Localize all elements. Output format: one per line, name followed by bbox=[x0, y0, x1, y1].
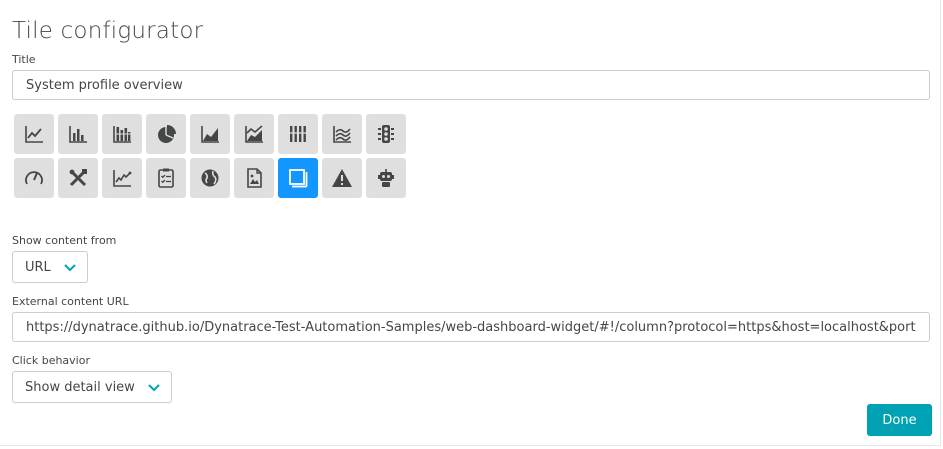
visualization-tile-bar-chart[interactable] bbox=[58, 114, 98, 154]
visualization-tile-stacked-area-chart[interactable] bbox=[234, 114, 274, 154]
globe-icon bbox=[201, 169, 219, 187]
column-chart-icon bbox=[289, 126, 307, 142]
visualization-tile-warning[interactable] bbox=[322, 158, 362, 198]
sparkline-icon bbox=[113, 170, 132, 187]
visualization-tile-stacked-bar-chart[interactable] bbox=[102, 114, 142, 154]
traffic-light-icon bbox=[378, 125, 394, 143]
line-chart-icon bbox=[25, 126, 43, 143]
content-source-value: URL bbox=[25, 259, 51, 275]
image-file-icon bbox=[247, 168, 262, 188]
visualization-tile-checklist[interactable] bbox=[146, 158, 186, 198]
visualization-tile-globe[interactable] bbox=[190, 158, 230, 198]
visualization-tile-pie-chart[interactable] bbox=[146, 114, 186, 154]
stream-chart-icon bbox=[333, 126, 351, 143]
gauge-icon bbox=[25, 171, 43, 185]
pie-chart-icon bbox=[158, 125, 176, 143]
visualization-tile-tools[interactable] bbox=[58, 158, 98, 198]
click-behavior-value: Show detail view bbox=[25, 379, 135, 395]
visualization-tile-area-chart[interactable] bbox=[190, 114, 230, 154]
visualization-tile-stream-chart[interactable] bbox=[322, 114, 362, 154]
bar-chart-icon bbox=[69, 126, 87, 143]
warning-icon bbox=[332, 169, 352, 187]
click-behavior-label: Click behavior bbox=[12, 354, 90, 367]
area-chart-icon bbox=[201, 126, 219, 143]
visualization-tile-column-chart[interactable] bbox=[278, 114, 318, 154]
visualization-tile-gauge[interactable] bbox=[14, 158, 54, 198]
visualization-tile-robot[interactable] bbox=[366, 158, 406, 198]
visualization-tile-line-chart[interactable] bbox=[14, 114, 54, 154]
visualization-tile-image-file[interactable] bbox=[234, 158, 274, 198]
visualization-tile-traffic-light[interactable] bbox=[366, 114, 406, 154]
title-input[interactable] bbox=[12, 70, 930, 100]
stacked-bar-chart-icon bbox=[113, 126, 131, 143]
title-field-label: Title bbox=[12, 53, 36, 66]
visualization-tile-external-content[interactable] bbox=[278, 158, 318, 198]
stacked-area-chart-icon bbox=[245, 125, 263, 143]
click-behavior-dropdown[interactable]: Show detail view bbox=[12, 371, 172, 403]
done-button[interactable]: Done bbox=[867, 404, 932, 436]
checklist-icon bbox=[158, 168, 174, 188]
robot-icon bbox=[378, 169, 394, 187]
content-source-dropdown[interactable]: URL bbox=[12, 251, 88, 283]
chevron-down-icon bbox=[64, 264, 76, 272]
visualization-tile-sparkline[interactable] bbox=[102, 158, 142, 198]
tools-icon bbox=[69, 169, 87, 187]
content-source-label: Show content from bbox=[12, 234, 117, 247]
chevron-down-icon bbox=[148, 384, 160, 392]
tile-configurator-panel: Tile configurator Title Show content fro… bbox=[0, 0, 941, 446]
external-content-icon bbox=[289, 169, 308, 188]
external-url-label: External content URL bbox=[12, 295, 129, 308]
external-url-input[interactable] bbox=[12, 312, 930, 342]
page-title: Tile configurator bbox=[12, 18, 204, 44]
